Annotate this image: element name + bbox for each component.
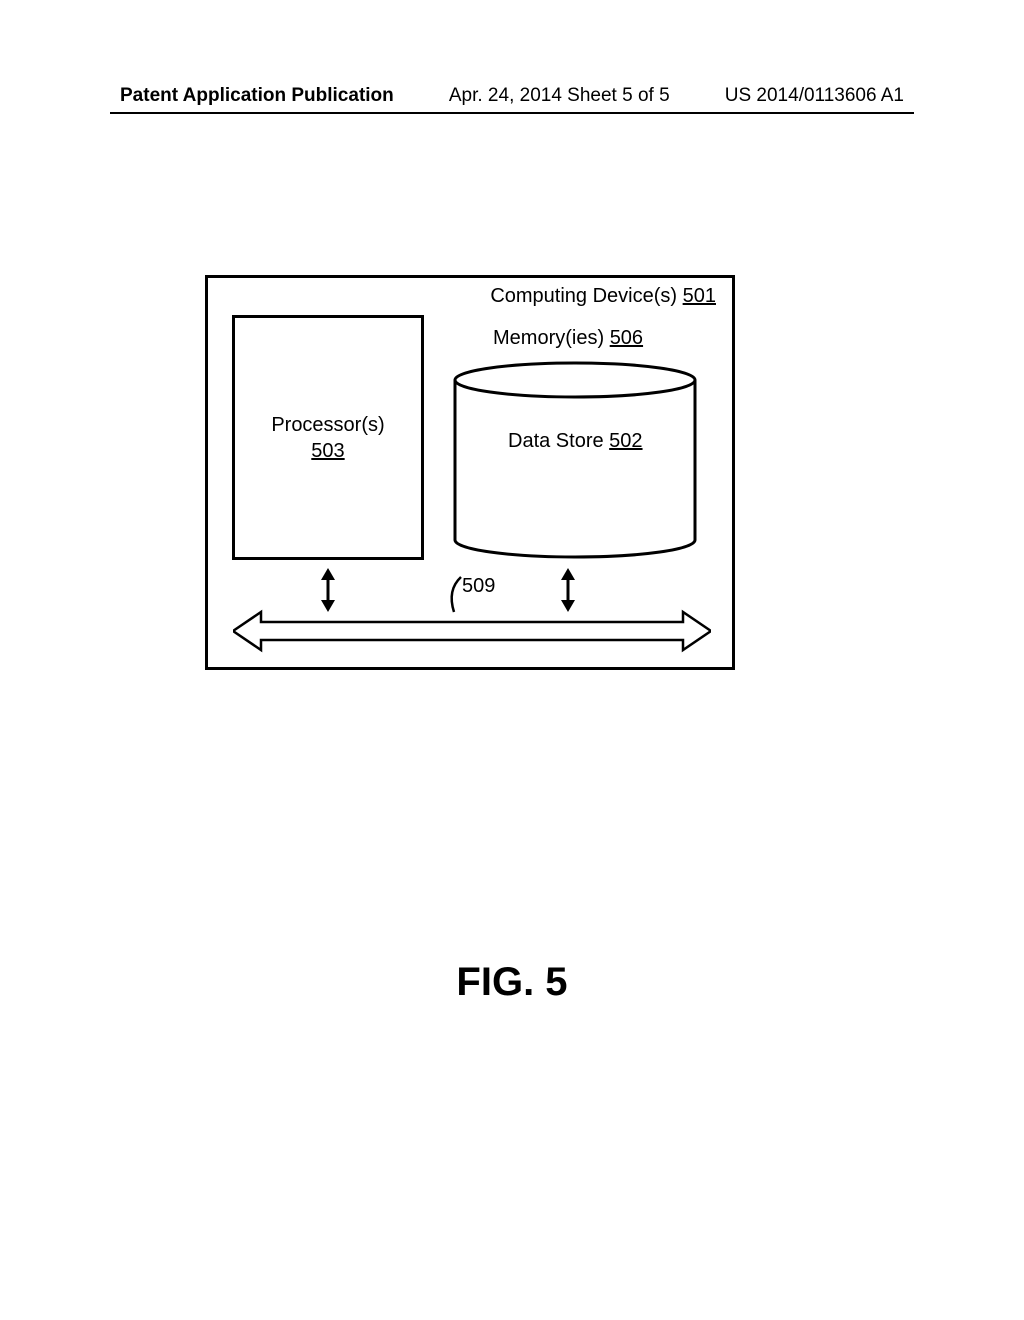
publication-number: US 2014/0113606 A1 bbox=[725, 85, 904, 107]
datastore-cylinder bbox=[451, 360, 699, 560]
date-sheet: Apr. 24, 2014 Sheet 5 of 5 bbox=[449, 85, 670, 107]
bus-arrow-container bbox=[233, 568, 711, 653]
datastore-label: Data Store 502 bbox=[508, 430, 643, 453]
header-divider bbox=[110, 112, 914, 114]
computing-device-label: Computing Device(s) 501 bbox=[490, 285, 716, 308]
figure-caption: FIG. 5 bbox=[0, 960, 1024, 1005]
page-header: Patent Application Publication Apr. 24, … bbox=[0, 85, 1024, 107]
processor-label: Processor(s) 503 bbox=[271, 412, 384, 464]
processor-box: Processor(s) 503 bbox=[232, 315, 424, 560]
processor-label-text: Processor(s) bbox=[271, 414, 384, 436]
device-label-ref: 501 bbox=[683, 285, 716, 307]
device-label-text: Computing Device(s) bbox=[490, 285, 677, 307]
datastore-label-ref: 502 bbox=[609, 430, 642, 452]
memory-label-text: Memory(ies) bbox=[493, 327, 604, 349]
processor-label-ref: 503 bbox=[311, 440, 344, 462]
memory-label: Memory(ies) 506 bbox=[493, 327, 643, 350]
publication-label: Patent Application Publication bbox=[120, 85, 394, 107]
datastore-label-text: Data Store bbox=[508, 430, 604, 452]
memory-label-ref: 506 bbox=[610, 327, 643, 349]
diagram-container: Computing Device(s) 501 Processor(s) 503… bbox=[205, 275, 735, 670]
